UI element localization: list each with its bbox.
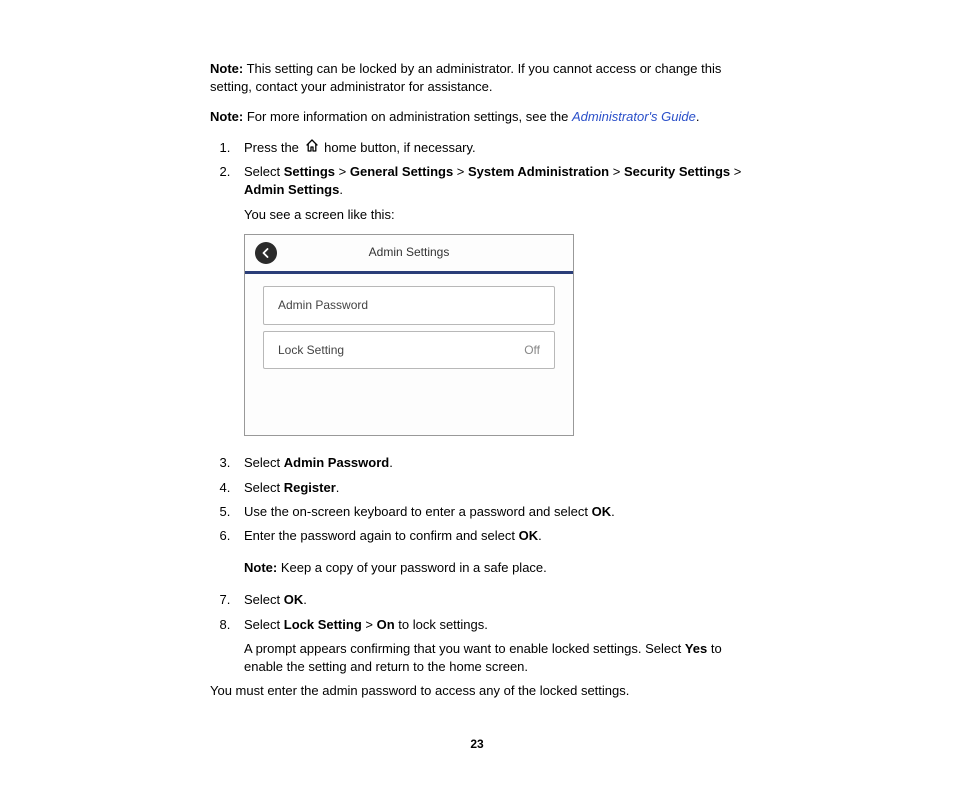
step-6-note: Note: Keep a copy of your password in a … (244, 559, 744, 577)
menu-item-label: Lock Setting (278, 342, 344, 359)
note-label: Note: (210, 61, 243, 76)
step-8-followup: A prompt appears confirming that you wan… (244, 640, 744, 676)
step-3-bold: Admin Password (284, 455, 389, 470)
administrators-guide-link[interactable]: Administrator's Guide (572, 109, 696, 124)
step-1-post: home button, if necessary. (321, 140, 476, 155)
step-8-bold-b: On (377, 617, 395, 632)
device-screenshot: Admin Settings Admin Password Lock Setti… (244, 234, 574, 437)
back-button[interactable] (255, 242, 277, 264)
note-locked-setting: Note: This setting can be locked by an a… (210, 60, 744, 96)
home-icon (305, 139, 319, 157)
arrow-left-icon (260, 247, 272, 259)
step-7: Select OK. (234, 591, 744, 609)
path-system-administration: System Administration (468, 164, 609, 179)
note-text: For more information on administration s… (243, 109, 572, 124)
note-label: Note: (244, 560, 277, 575)
step-5-bold: OK (592, 504, 612, 519)
menu-lock-setting[interactable]: Lock Setting Off (263, 331, 555, 370)
step-2-select: Select (244, 164, 284, 179)
menu-item-label: Admin Password (278, 297, 368, 314)
path-settings: Settings (284, 164, 335, 179)
note-text: This setting can be locked by an adminis… (210, 61, 721, 94)
path-security-settings: Security Settings (624, 164, 730, 179)
step-8-follow-bold: Yes (685, 641, 707, 656)
step-5: Use the on-screen keyboard to enter a pa… (234, 503, 744, 521)
step-2: Select Settings > General Settings > Sys… (234, 163, 744, 436)
page-number: 23 (210, 736, 744, 753)
step-8: Select Lock Setting > On to lock setting… (234, 616, 744, 677)
device-body: Admin Password Lock Setting Off (245, 274, 573, 436)
note-label: Note: (210, 109, 243, 124)
step-3: Select Admin Password. (234, 454, 744, 472)
device-header: Admin Settings (245, 235, 573, 274)
note-text: Keep a copy of your password in a safe p… (277, 560, 547, 575)
step-4-bold: Register (284, 480, 336, 495)
device-title: Admin Settings (245, 244, 573, 261)
step-6-bold: OK (519, 528, 539, 543)
menu-item-value: Off (524, 342, 540, 359)
note-after: . (696, 109, 700, 124)
note-admin-guide: Note: For more information on administra… (210, 108, 744, 126)
path-general-settings: General Settings (350, 164, 453, 179)
instruction-list: Press the home button, if necessary. Sel… (210, 139, 744, 677)
step-1: Press the home button, if necessary. (234, 139, 744, 158)
step-4: Select Register. (234, 479, 744, 497)
step-8-post: to lock settings. (395, 617, 488, 632)
step-7-bold: OK (284, 592, 304, 607)
step-1-pre: Press the (244, 140, 303, 155)
menu-admin-password[interactable]: Admin Password (263, 286, 555, 325)
closing-text: You must enter the admin password to acc… (210, 682, 744, 700)
step-2-followup: You see a screen like this: (244, 206, 744, 224)
step-6: Enter the password again to confirm and … (234, 527, 744, 577)
path-admin-settings: Admin Settings (244, 182, 339, 197)
step-8-bold-a: Lock Setting (284, 617, 362, 632)
